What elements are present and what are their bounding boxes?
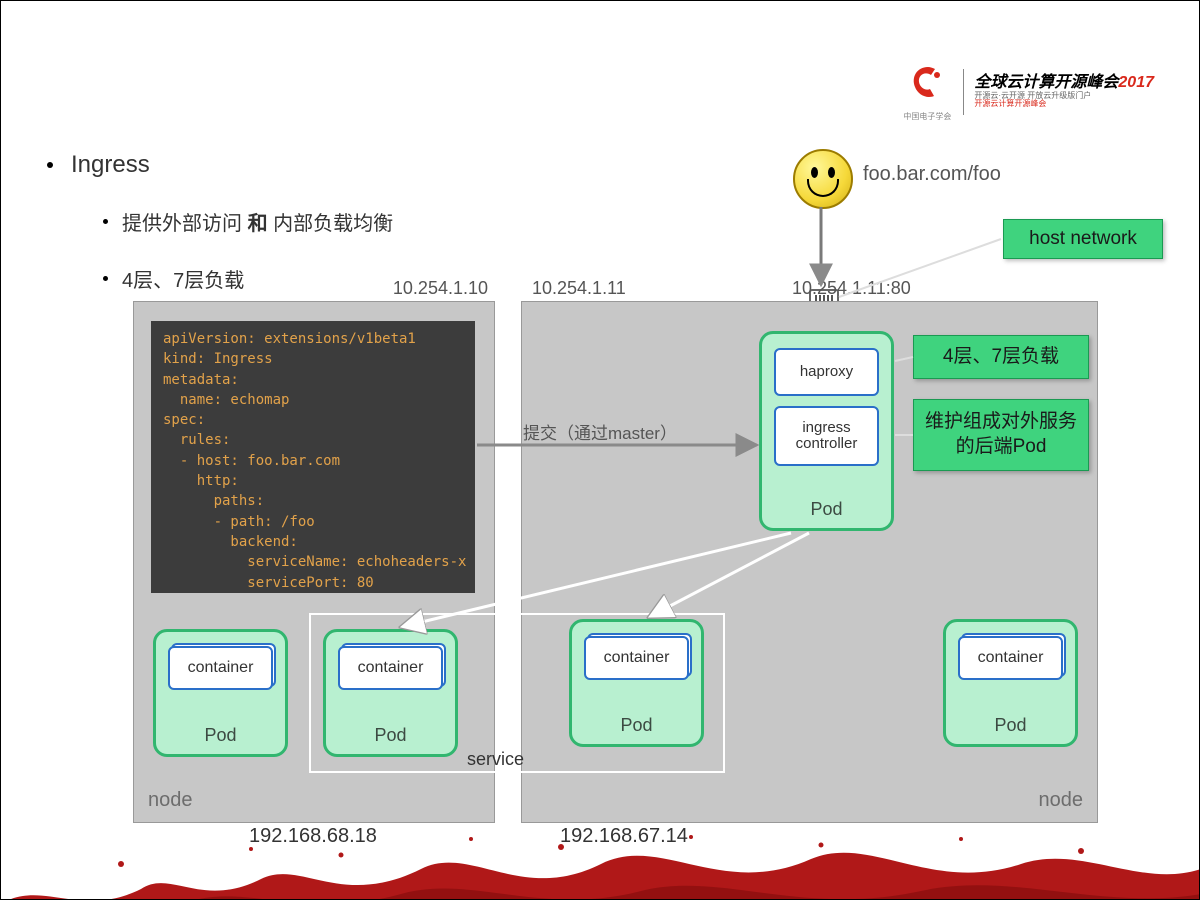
- haproxy-container: haproxy: [774, 348, 879, 396]
- pod-4-label: Pod: [946, 715, 1075, 736]
- bullet-list: Ingress 提供外部访问 和 内部负载均衡 4层、7层负载: [47, 151, 393, 293]
- decorative-red-splash: [1, 809, 1199, 899]
- ingress-controller-container: ingresscontroller: [774, 406, 879, 466]
- node-right-top-port: 10.254.1.11:80: [792, 278, 911, 299]
- pod-4: container Pod: [943, 619, 1078, 747]
- bullet-dot-icon: [103, 219, 108, 224]
- bullet-item-2: 4层、7层负载: [103, 264, 393, 293]
- node-right-top-ip: 10.254.1.11: [532, 278, 626, 299]
- pod-1-label: Pod: [156, 725, 285, 746]
- bullet-heading: Ingress: [47, 151, 393, 179]
- bullet1-bold: 和: [248, 213, 268, 235]
- request-url: foo.bar.com/foo: [863, 163, 1001, 186]
- bullet1-part-a: 提供外部访问: [122, 213, 248, 235]
- pod-1: container Pod: [153, 629, 288, 757]
- bullet1-part-b: 内部负载均衡: [268, 213, 394, 235]
- bullet-dot-icon: [47, 162, 53, 168]
- service-label: service: [467, 749, 524, 770]
- logo-text: 全球云计算开源峰会2017 开源云·云开源 开放云升级版门户 开源云计算开源峰会: [974, 74, 1154, 109]
- logo-tagline-2: 开源云计算开源峰会: [974, 100, 1154, 109]
- heading-text: Ingress: [71, 151, 150, 179]
- logo-title-year: 2017: [1118, 74, 1154, 91]
- pod-4-container: container: [958, 636, 1063, 680]
- callout-maintain: 维护组成对外服务的后端Pod: [913, 399, 1089, 471]
- logo-title-main: 全球云计算开源峰会: [974, 74, 1118, 91]
- logo-badge: 中国电子学会: [903, 61, 953, 122]
- logo-subtext: 中国电子学会: [903, 111, 953, 122]
- user-smiley-icon: [793, 149, 853, 209]
- pod-1-container: container: [168, 646, 273, 690]
- yaml-code-block: apiVersion: extensions/v1beta1 kind: Ing…: [151, 321, 475, 593]
- callout-layer: 4层、7层负载: [913, 335, 1089, 379]
- submit-arrow-label: 提交（通过master）: [523, 419, 677, 444]
- bullet-dot-icon: [103, 276, 108, 281]
- ingress-pod: haproxy ingresscontroller Pod: [759, 331, 894, 531]
- ingress-pod-label: Pod: [762, 499, 891, 520]
- logo-divider: [963, 69, 964, 115]
- bullet2-text: 4层、7层负载: [122, 264, 244, 293]
- bullet-item-1: 提供外部访问 和 内部负载均衡: [103, 207, 393, 236]
- node-left-top-ip: 10.254.1.10: [393, 278, 488, 299]
- slide: 中国电子学会 全球云计算开源峰会2017 开源云·云开源 开放云升级版门户 开源…: [0, 0, 1200, 900]
- callout-host-network: host network: [1003, 219, 1163, 259]
- conference-logo: 中国电子学会 全球云计算开源峰会2017 开源云·云开源 开放云升级版门户 开源…: [903, 61, 1154, 122]
